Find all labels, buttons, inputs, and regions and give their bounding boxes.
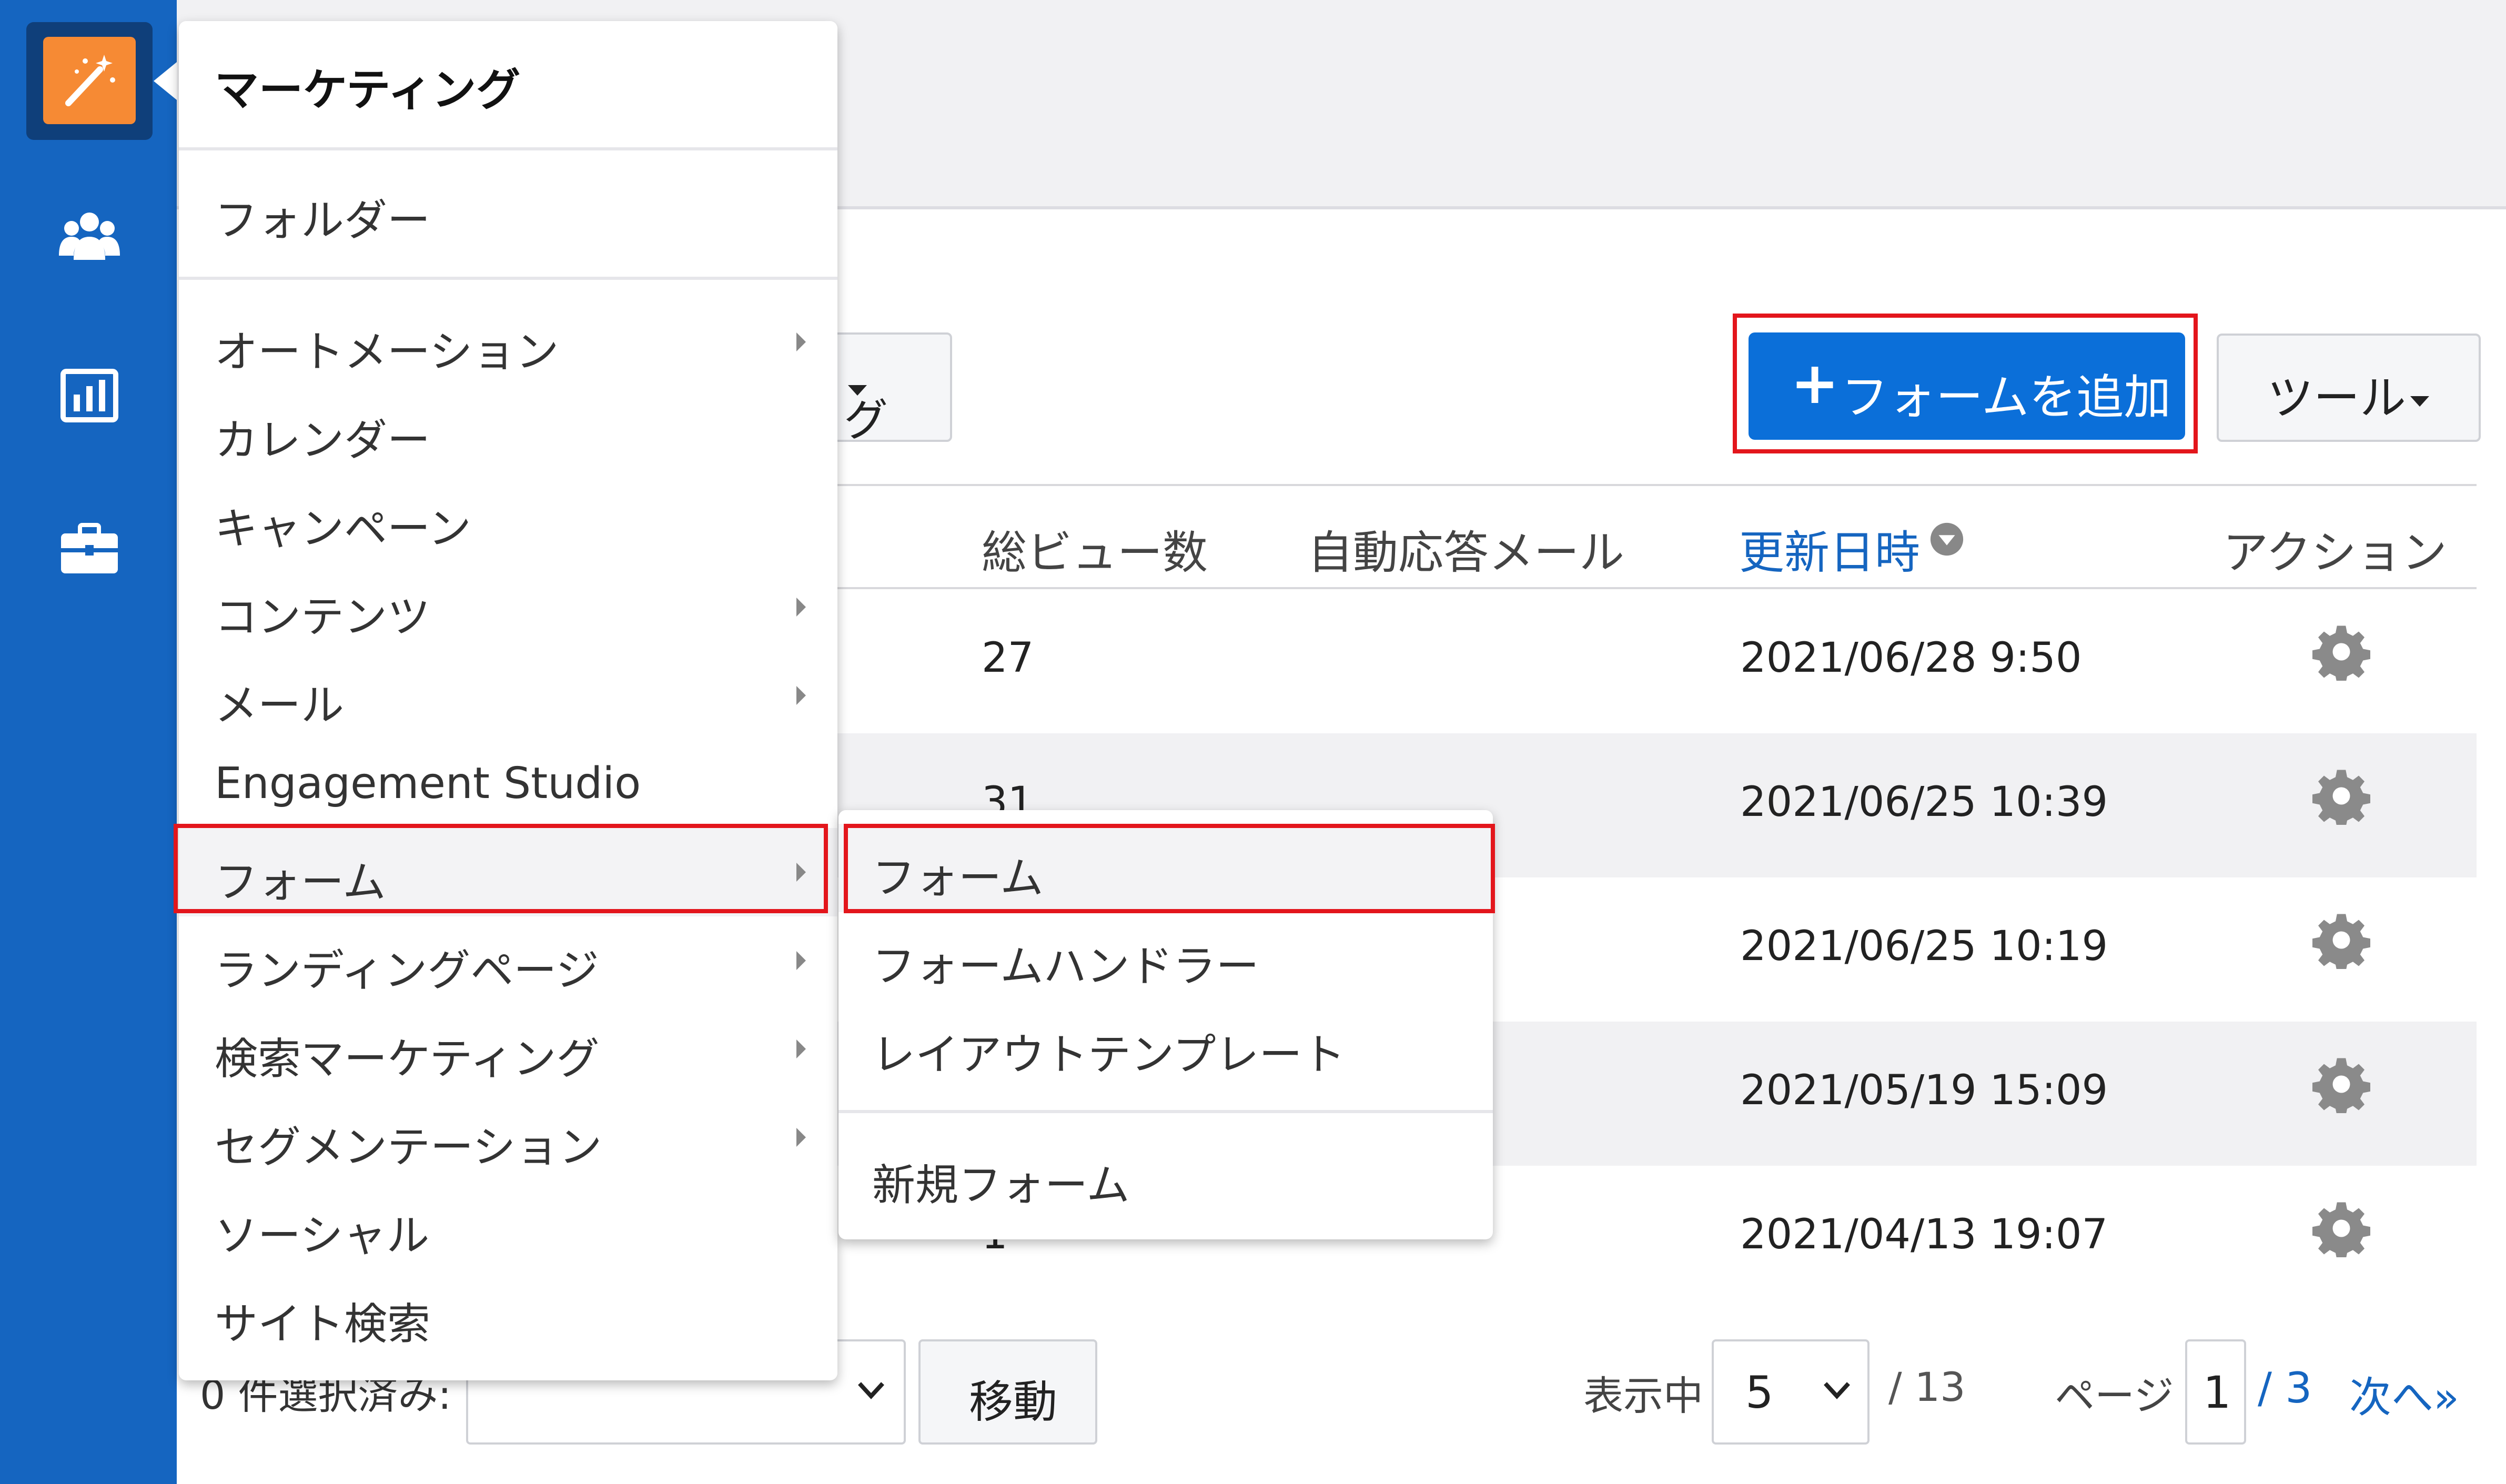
page-number-input[interactable]: 1 [2185,1339,2246,1445]
chevron-right-icon [796,1128,806,1147]
per-page-select[interactable]: 5 [1712,1339,1870,1445]
menu-item-site-search[interactable]: サイト検索 [179,1270,837,1358]
plus-icon: + [1791,349,1840,417]
updated-cell: 2021/05/19 15:09 [1740,1067,2108,1114]
chevron-right-icon [796,951,806,970]
column-header-actions: アクション [2223,527,2447,579]
menu-header: マーケティング [215,64,521,116]
chevron-down-icon [1824,1382,1850,1399]
marketing-menu: マーケティング フォルダー オートメーション カレンダー キャンペーン コンテン… [179,21,837,1380]
menu-pointer [154,62,177,100]
magic-wand-icon [65,55,115,106]
add-form-label: フォームを追加 [1841,370,2171,425]
add-form-button[interactable]: + フォームを追加 [1749,332,2185,440]
marketing-app-tile[interactable] [43,37,136,124]
column-header-views[interactable]: 総ビュー数 [982,516,1208,581]
move-button[interactable]: 移動 [918,1339,1097,1445]
prospects-people-icon[interactable] [57,205,122,270]
table-top-divider [834,484,2477,486]
chevron-right-icon [796,1039,806,1058]
menu-item-search-marketing[interactable]: 検索マーケティング [179,1005,837,1093]
showing-label: 表示中 [1583,1372,1703,1419]
views-cell: 27 [982,634,1034,682]
caret-down-icon [848,385,867,396]
chevron-down-icon [858,1382,884,1399]
caret-down-icon [2410,396,2430,407]
submenu-item-layout-templates[interactable]: レイアウトテンプレート [838,1001,1493,1089]
menu-item-landing-pages[interactable]: ランディングページ [179,916,837,1005]
menu-item-engagement-studio[interactable]: Engagement Studio [179,740,837,828]
forms-menu-highlight-box [174,824,828,913]
menu-item-calendar[interactable]: カレンダー [179,386,837,475]
sort-descending-icon[interactable] [1928,521,1965,558]
gear-icon[interactable] [2312,623,2370,681]
menu-divider [179,277,837,280]
menu-item-folders[interactable]: フォルダー [179,166,837,255]
column-header-updated[interactable]: 更新日時 [1739,516,1920,581]
submenu-item-form-handlers[interactable]: フォームハンドラー [838,912,1493,1001]
updated-cell: 2021/06/28 9:50 [1740,634,2082,682]
column-header-autoresponder[interactable]: 自動応答メール [1308,516,1624,581]
total-count: / 13 [1888,1364,1966,1410]
gear-icon[interactable] [2312,1199,2370,1257]
gear-icon[interactable] [2312,767,2370,825]
updated-cell: 2021/04/13 19:07 [1740,1211,2108,1258]
admin-briefcase-icon[interactable] [57,517,122,582]
menu-divider [179,147,837,150]
app-rail [0,0,177,1484]
gear-icon[interactable] [2312,911,2370,969]
submenu-item-new-form[interactable]: 新規フォーム [838,1131,1493,1219]
updated-cell: 2021/06/25 10:19 [1740,923,2108,970]
chevron-right-icon [796,686,806,705]
gear-icon[interactable] [2312,1055,2370,1113]
next-page-link[interactable]: 次へ» [2349,1364,2459,1425]
tools-button[interactable]: ツール [2217,334,2481,442]
menu-item-content[interactable]: コンテンツ [179,563,837,651]
page-label: ページ [2055,1372,2174,1419]
menu-item-campaigns[interactable]: キャンペーン [179,475,837,563]
menu-item-email[interactable]: メール [179,651,837,740]
page-total[interactable]: / 3 [2258,1364,2312,1412]
chevron-right-icon [796,332,806,351]
table-row[interactable]: 27 2021/06/28 9:50 [834,589,2477,733]
tag-filter-button[interactable]: グ [821,332,952,446]
updated-cell: 2021/06/25 10:39 [1740,779,2108,826]
menu-item-automation[interactable]: オートメーション [179,298,837,386]
chevron-right-icon [796,598,806,617]
menu-item-social[interactable]: ソーシャル [179,1182,837,1270]
menu-item-segmentation[interactable]: セグメンテーション [179,1093,837,1182]
submenu-divider [838,1110,1493,1113]
reports-chart-icon[interactable] [57,363,122,428]
submenu-forms-highlight-box [844,824,1495,913]
